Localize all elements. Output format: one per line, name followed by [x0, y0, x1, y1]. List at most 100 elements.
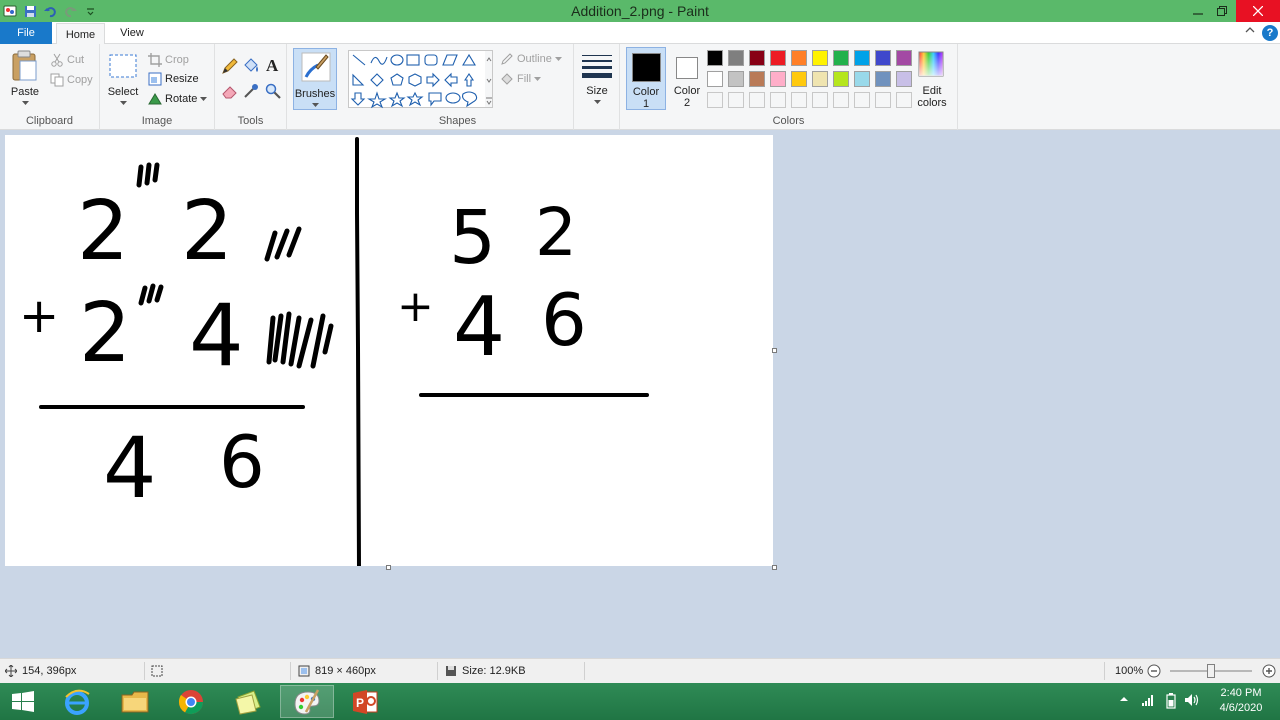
- cursor-position-text: 154, 396px: [22, 665, 77, 677]
- paste-dropdown-chevron-icon[interactable]: [22, 101, 29, 106]
- palette-swatch[interactable]: [833, 71, 849, 87]
- rotate-dropdown-chevron-icon: [200, 96, 208, 101]
- palette-empty-swatch[interactable]: [707, 92, 723, 108]
- palette-swatch[interactable]: [812, 71, 828, 87]
- shapes-gallery-scroll[interactable]: [485, 50, 493, 108]
- size-button[interactable]: Size: [578, 48, 616, 110]
- palette-empty-swatch[interactable]: [875, 92, 891, 108]
- tab-file[interactable]: File: [0, 22, 52, 44]
- text-tool-icon[interactable]: A: [264, 56, 282, 74]
- palette-swatch[interactable]: [770, 71, 786, 87]
- palette-empty-swatch[interactable]: [812, 92, 828, 108]
- select-button[interactable]: Select: [106, 48, 140, 108]
- palette-swatch[interactable]: [896, 50, 912, 66]
- palette-swatch[interactable]: [791, 71, 807, 87]
- drawing-canvas[interactable]: 2 2 + 2 4 4 6 5 2 + 4 6: [5, 135, 773, 566]
- color2-button[interactable]: Color 2: [668, 47, 706, 110]
- edit-colors-button[interactable]: Edit colors: [912, 47, 952, 110]
- crop-button[interactable]: Crop: [148, 51, 189, 69]
- brushes-button[interactable]: Brushes: [293, 48, 337, 110]
- close-button[interactable]: [1236, 0, 1280, 22]
- palette-swatch[interactable]: [896, 71, 912, 87]
- palette-empty-swatch[interactable]: [791, 92, 807, 108]
- palette-swatch[interactable]: [728, 50, 744, 66]
- palette-swatch[interactable]: [728, 71, 744, 87]
- canvas-drawing: 2 2 + 2 4 4 6 5 2 + 4 6: [19, 137, 649, 566]
- paste-button[interactable]: Paste: [6, 48, 44, 108]
- palette-swatch[interactable]: [875, 71, 891, 87]
- resize-button[interactable]: Resize: [148, 70, 199, 88]
- taskbar-paint[interactable]: [280, 685, 334, 718]
- zoom-in-button[interactable]: [1262, 659, 1276, 683]
- save-icon[interactable]: [22, 3, 38, 19]
- canvas-resize-handle-bottom[interactable]: [386, 565, 391, 570]
- canvas-workspace[interactable]: 2 2 + 2 4 4 6 5 2 + 4 6: [0, 130, 1280, 658]
- image-group: Select Crop Resize Rotate Image: [100, 44, 215, 130]
- palette-empty-swatch[interactable]: [770, 92, 786, 108]
- palette-swatch[interactable]: [791, 50, 807, 66]
- fill-dropdown[interactable]: Fill: [500, 70, 542, 88]
- shapes-gallery[interactable]: [348, 50, 486, 109]
- restore-button[interactable]: [1210, 0, 1234, 22]
- palette-swatch[interactable]: [854, 71, 870, 87]
- canvas-resize-handle-corner[interactable]: [772, 565, 777, 570]
- tab-view[interactable]: View: [107, 22, 157, 44]
- minimize-button[interactable]: [1186, 0, 1210, 22]
- customize-qat-chevron-icon[interactable]: [82, 3, 98, 19]
- show-hidden-icons-chevron-icon[interactable]: [1119, 693, 1129, 707]
- copy-button[interactable]: Copy: [50, 71, 93, 89]
- canvas-resize-handle-right[interactable]: [772, 348, 777, 353]
- palette-empty-swatch[interactable]: [833, 92, 849, 108]
- pencil-icon[interactable]: [221, 57, 239, 75]
- palette-swatch[interactable]: [875, 50, 891, 66]
- taskbar-clock[interactable]: 2:40 PM 4/6/2020: [1208, 686, 1274, 716]
- palette-empty-swatch[interactable]: [854, 92, 870, 108]
- zoom-out-button[interactable]: [1147, 659, 1161, 683]
- left-row2-digit-2: 4: [189, 286, 244, 386]
- taskbar-file-explorer[interactable]: [108, 685, 162, 718]
- palette-swatch[interactable]: [770, 50, 786, 66]
- palette-swatch[interactable]: [707, 71, 723, 87]
- palette-swatch[interactable]: [749, 71, 765, 87]
- network-signal-icon[interactable]: [1141, 693, 1155, 710]
- palette-empty-swatch[interactable]: [728, 92, 744, 108]
- taskbar-chrome[interactable]: [164, 685, 218, 718]
- undo-icon[interactable]: [42, 3, 58, 19]
- taskbar-powerpoint[interactable]: P: [338, 685, 392, 718]
- right-row2-digit-2: 6: [541, 278, 587, 362]
- outline-dropdown[interactable]: Outline: [500, 50, 562, 68]
- palette-empty-swatch[interactable]: [896, 92, 912, 108]
- palette-swatch[interactable]: [833, 50, 849, 66]
- palette-empty-swatch[interactable]: [749, 92, 765, 108]
- collapse-ribbon-chevron-up-icon[interactable]: [1242, 25, 1258, 41]
- palette-swatch[interactable]: [812, 50, 828, 66]
- rotate-button[interactable]: Rotate: [148, 90, 208, 108]
- taskbar: P 2:40 PM 4/6/2020: [0, 683, 1280, 720]
- palette-swatch[interactable]: [854, 50, 870, 66]
- quick-access-toolbar: [0, 0, 98, 22]
- left-row1-digit-2: 2: [181, 184, 233, 279]
- taskbar-internet-explorer[interactable]: [50, 685, 104, 718]
- start-button[interactable]: [0, 685, 46, 718]
- taskbar-sticky-notes[interactable]: [222, 685, 276, 718]
- eraser-icon[interactable]: [221, 82, 239, 100]
- palette-swatch[interactable]: [707, 50, 723, 66]
- select-dropdown-chevron-icon[interactable]: [120, 101, 127, 106]
- fill-bucket-icon[interactable]: [242, 57, 260, 75]
- redo-icon[interactable]: [62, 3, 78, 19]
- zoom-slider-thumb[interactable]: [1207, 664, 1215, 678]
- cut-button[interactable]: Cut: [50, 51, 84, 69]
- tab-home[interactable]: Home: [56, 23, 105, 45]
- color2-label: Color: [673, 85, 701, 97]
- image-group-label: Image: [141, 115, 173, 127]
- battery-icon[interactable]: [1166, 693, 1176, 712]
- color1-button[interactable]: Color 1: [626, 47, 666, 110]
- help-icon[interactable]: ?: [1262, 25, 1278, 41]
- volume-icon[interactable]: [1184, 693, 1200, 710]
- disk-icon: [446, 666, 456, 676]
- color-picker-icon[interactable]: [242, 82, 260, 100]
- color1-label: Color: [632, 86, 660, 98]
- magnifier-icon[interactable]: [264, 82, 282, 100]
- palette-swatch[interactable]: [749, 50, 765, 66]
- paint-app-icon[interactable]: [2, 3, 18, 19]
